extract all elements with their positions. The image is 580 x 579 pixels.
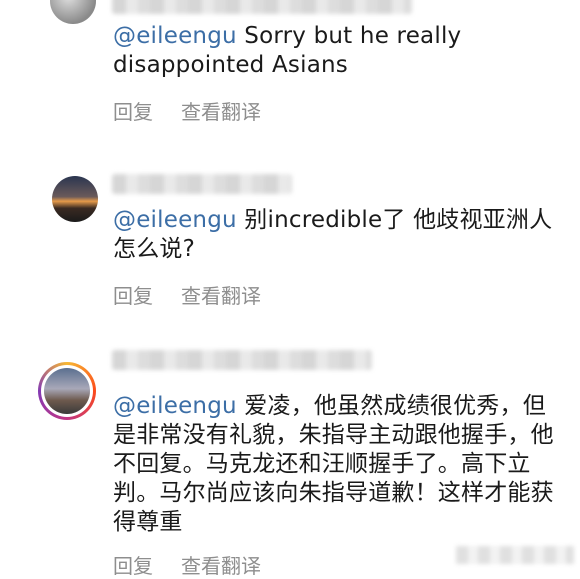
comment-actions: 回复 查看翻译	[113, 96, 289, 125]
reply-button[interactable]: 回复	[113, 550, 153, 579]
reply-button[interactable]: 回复	[113, 280, 153, 309]
commenter-username[interactable]	[112, 0, 412, 14]
commenter-username[interactable]	[112, 350, 372, 370]
mention-link[interactable]: @eileengu	[113, 393, 237, 419]
comment-actions: 回复 查看翻译	[113, 550, 289, 579]
translate-button[interactable]: 查看翻译	[181, 96, 261, 125]
comment-1: @eileengu Sorry but he really disappoint…	[0, 0, 580, 150]
comment-text: @eileengu Sorry but he really disappoint…	[113, 22, 568, 80]
comment-text: @eileengu 别incredible了 他歧视亚洲人怎么说?	[113, 206, 563, 264]
watermark	[456, 546, 574, 564]
translate-button[interactable]: 查看翻译	[181, 550, 261, 579]
mention-link[interactable]: @eileengu	[113, 207, 237, 233]
translate-button[interactable]: 查看翻译	[181, 280, 261, 309]
commenter-avatar-story-ring[interactable]	[38, 362, 96, 420]
comment-actions: 回复 查看翻译	[113, 280, 289, 309]
comment-3: @eileengu 爱凌，他虽然成绩很优秀，但是非常没有礼貌，朱指导主动跟他握手…	[0, 338, 580, 578]
mention-link[interactable]: @eileengu	[113, 23, 237, 49]
commenter-username[interactable]	[112, 174, 292, 194]
commenter-avatar	[44, 368, 90, 414]
commenter-avatar[interactable]	[52, 176, 98, 222]
comment-2: @eileengu 别incredible了 他歧视亚洲人怎么说? 回复 查看翻译	[0, 160, 580, 330]
reply-button[interactable]: 回复	[113, 96, 153, 125]
comment-text: @eileengu 爱凌，他虽然成绩很优秀，但是非常没有礼貌，朱指导主动跟他握手…	[113, 392, 563, 537]
commenter-avatar[interactable]	[50, 0, 96, 24]
